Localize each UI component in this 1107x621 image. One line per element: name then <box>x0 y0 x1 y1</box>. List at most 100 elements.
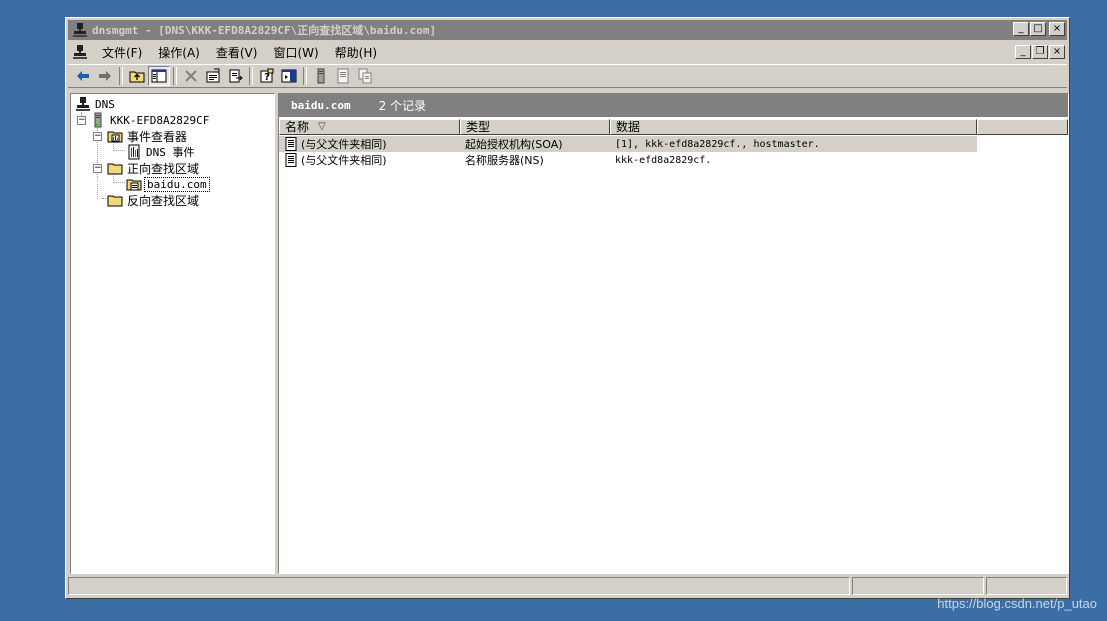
new-record-icon <box>337 68 349 84</box>
title-bar[interactable]: dnsmgmt - [DNS\KKK-EFD8A2829CF\正向查找区域\ba… <box>68 20 1067 40</box>
toolbar: ? <box>68 64 1067 88</box>
help-icon: ? <box>260 68 274 83</box>
tree-item-zone-baidu[interactable]: baidu.com <box>126 176 210 192</box>
event-viewer-icon <box>107 128 123 144</box>
column-header-filler <box>977 119 1068 135</box>
collapse-server-toggle[interactable]: − <box>77 116 86 125</box>
record-name-cell: (与父文件夹相同) <box>279 136 460 152</box>
help-button[interactable]: ? <box>256 66 278 86</box>
details-pane: baidu.com 2 个记录 名称 ▽ 类型 数据 (与父文件夹相同) 起始授… <box>278 93 1069 574</box>
minimize-button[interactable]: _ <box>1013 22 1029 36</box>
menu-help[interactable]: 帮助(H) <box>327 44 385 61</box>
tree-item-forward-zones[interactable]: 正向查找区域 <box>107 160 201 176</box>
folder-icon <box>107 160 123 176</box>
column-header-data[interactable]: 数据 <box>610 119 977 135</box>
column-header-type[interactable]: 类型 <box>460 119 610 135</box>
watermark: https://blog.csdn.net/p_utao <box>937 596 1097 611</box>
child-minimize-button[interactable]: _ <box>1015 45 1031 59</box>
minimize-icon: _ <box>1020 46 1026 57</box>
maximize-button[interactable]: □ <box>1030 22 1046 36</box>
record-data-cell: kkk-efd8a2829cf. <box>610 152 977 168</box>
status-panel <box>68 577 850 595</box>
tree-item-dns-events[interactable]: DNS 事件 <box>126 144 197 160</box>
record-name-cell: (与父文件夹相同) <box>279 152 460 168</box>
tree-label: 反向查找区域 <box>127 193 200 208</box>
show-hide-tree-button[interactable] <box>148 66 170 86</box>
svg-text:?: ? <box>264 72 270 83</box>
tree-line <box>97 184 98 199</box>
copy-button[interactable] <box>354 66 376 86</box>
show-tree-icon <box>151 69 167 83</box>
update-server-button[interactable] <box>310 66 332 86</box>
record-icon <box>285 153 297 167</box>
tree-item-event-viewer[interactable]: 事件查看器 <box>107 128 189 144</box>
server-icon <box>317 68 325 84</box>
tree-label: DNS 事件 <box>146 146 195 159</box>
event-log-icon <box>126 144 142 160</box>
child-close-button[interactable]: × <box>1049 45 1065 59</box>
forward-button[interactable] <box>94 66 116 86</box>
menu-bar: 文件(F) 操作(A) 查看(V) 窗口(W) 帮助(H) _ ❐ × <box>68 42 1067 62</box>
server-icon <box>90 112 106 128</box>
forward-icon <box>99 71 111 81</box>
close-icon: × <box>1052 46 1062 57</box>
menu-view[interactable]: 查看(V) <box>208 44 266 61</box>
column-header-row: 名称 ▽ 类型 数据 <box>279 119 1068 135</box>
show-action-pane-button[interactable] <box>278 66 300 86</box>
tree-label: KKK-EFD8A2829CF <box>110 113 210 127</box>
properties-icon <box>206 68 220 83</box>
table-row[interactable]: (与父文件夹相同) 起始授权机构(SOA) [1], kkk-efd8a2829… <box>279 136 977 152</box>
record-type-cell: 起始授权机构(SOA) <box>460 136 610 152</box>
tree-line <box>113 150 125 151</box>
mmc-child-icon[interactable] <box>72 44 88 60</box>
close-button[interactable]: × <box>1049 22 1065 36</box>
menu-action[interactable]: 操作(A) <box>150 44 208 61</box>
collapse-forward-zones-toggle[interactable]: − <box>93 164 102 173</box>
zone-icon <box>126 176 142 192</box>
window-title: dnsmgmt - [DNS\KKK-EFD8A2829CF\正向查找区域\ba… <box>92 24 437 37</box>
toolbar-separator <box>119 67 123 85</box>
record-data: [1], kkk-efd8a2829cf., hostmaster. <box>615 138 820 150</box>
export-list-button[interactable] <box>224 66 246 86</box>
delete-button[interactable] <box>180 66 202 86</box>
tree-label: 事件查看器 <box>127 129 188 144</box>
menu-file[interactable]: 文件(F) <box>94 44 150 61</box>
restore-icon: ❐ <box>1035 46 1045 57</box>
column-label: 类型 <box>466 120 491 134</box>
child-restore-button[interactable]: ❐ <box>1032 45 1048 59</box>
tree-label: baidu.com <box>144 176 210 192</box>
tree-item-server[interactable]: KKK-EFD8A2829CF <box>90 112 211 128</box>
record-type: 名称服务器(NS) <box>465 154 544 167</box>
menu-window[interactable]: 窗口(W) <box>265 44 326 61</box>
tree-label: DNS <box>95 97 115 111</box>
table-row[interactable]: (与父文件夹相同) 名称服务器(NS) kkk-efd8a2829cf. <box>279 152 977 168</box>
tree-line <box>113 182 125 183</box>
column-label: 数据 <box>616 120 641 134</box>
console-tree[interactable]: DNS − KKK-EFD8A2829CF − 事件查看器 DNS 事件 − 正… <box>70 93 275 574</box>
properties-button[interactable] <box>202 66 224 86</box>
tree-label: 正向查找区域 <box>127 161 200 176</box>
copy-icon <box>358 68 372 84</box>
back-button[interactable] <box>72 66 94 86</box>
new-record-button[interactable] <box>332 66 354 86</box>
tree-item-dns[interactable]: DNS <box>75 96 117 112</box>
folder-icon <box>107 192 123 208</box>
status-panel <box>852 577 984 595</box>
collapse-event-viewer-toggle[interactable]: − <box>93 132 102 141</box>
column-label: 名称 <box>285 120 310 134</box>
toolbar-separator <box>173 67 177 85</box>
delete-icon <box>185 70 197 82</box>
record-type: 起始授权机构(SOA) <box>465 138 563 151</box>
tree-item-reverse-zones[interactable]: 反向查找区域 <box>107 192 201 208</box>
mmc-window: dnsmgmt - [DNS\KKK-EFD8A2829CF\正向查找区域\ba… <box>65 17 1070 599</box>
status-bar <box>68 577 1067 597</box>
toolbar-separator <box>249 67 253 85</box>
close-icon: × <box>1052 23 1062 34</box>
record-count: 2 个记录 <box>378 99 427 113</box>
up-level-button[interactable] <box>126 66 148 86</box>
record-data: kkk-efd8a2829cf. <box>615 154 712 166</box>
details-header: baidu.com 2 个记录 <box>279 94 1068 117</box>
dns-icon <box>75 96 91 112</box>
column-header-name[interactable]: 名称 ▽ <box>279 119 460 135</box>
back-icon <box>77 71 89 81</box>
